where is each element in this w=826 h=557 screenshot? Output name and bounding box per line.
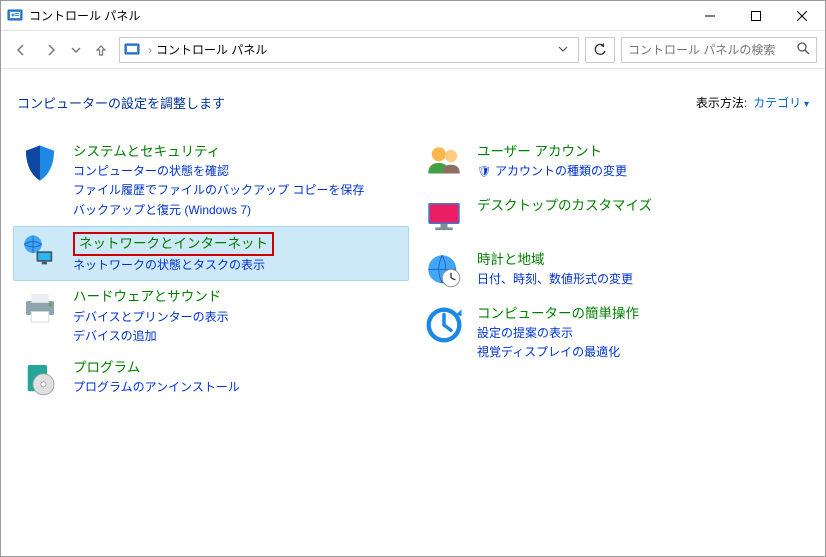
category-link[interactable]: アカウントの種類の変更: [477, 162, 807, 182]
view-mode: 表示方法: カテゴリ: [696, 94, 809, 111]
category-title[interactable]: 時計と地域: [477, 250, 807, 270]
category-link[interactable]: プログラムのアンインストール: [73, 378, 403, 397]
view-dropdown[interactable]: カテゴリ: [753, 94, 809, 111]
category-ease-of-access[interactable]: コンピューターの簡単操作 設定の提案の表示 視覚ディスプレイの最適化: [417, 298, 813, 369]
search-icon[interactable]: [796, 41, 810, 58]
category-system-security[interactable]: システムとセキュリティ コンピューターの状態を確認 ファイル履歴でファイルのバッ…: [13, 136, 409, 226]
category-clock-region[interactable]: 時計と地域 日付、時刻、数値形式の変更: [417, 244, 813, 298]
desktop-icon: [423, 196, 465, 238]
left-column: システムとセキュリティ コンピューターの状態を確認 ファイル履歴でファイルのバッ…: [13, 136, 409, 406]
titlebar: コントロール パネル: [1, 1, 825, 31]
window-title: コントロール パネル: [29, 7, 687, 24]
category-link[interactable]: コンピューターの状態を確認: [73, 162, 403, 181]
view-label: 表示方法:: [696, 94, 747, 111]
shield-icon: [19, 142, 61, 184]
minimize-button[interactable]: [687, 1, 733, 31]
category-programs[interactable]: プログラム プログラムのアンインストール: [13, 352, 409, 406]
category-title[interactable]: コンピューターの簡単操作: [477, 304, 807, 324]
category-link[interactable]: 日付、時刻、数値形式の変更: [477, 270, 807, 289]
back-button[interactable]: [9, 38, 33, 62]
address-dropdown[interactable]: [552, 43, 574, 57]
globe-network-icon: [19, 232, 61, 274]
up-button[interactable]: [89, 38, 113, 62]
category-user-accounts[interactable]: ユーザー アカウント アカウントの種類の変更: [417, 136, 813, 190]
users-icon: [423, 142, 465, 184]
category-title[interactable]: プログラム: [73, 358, 403, 378]
category-title[interactable]: ネットワークとインターネット: [73, 232, 274, 256]
search-input[interactable]: [628, 43, 796, 57]
maximize-button[interactable]: [733, 1, 779, 31]
disc-box-icon: [19, 358, 61, 400]
navbar: › コントロール パネル: [1, 31, 825, 69]
category-link[interactable]: 設定の提案の表示: [477, 324, 807, 343]
category-desktop-customize[interactable]: デスクトップのカスタマイズ: [417, 190, 813, 244]
category-link[interactable]: ファイル履歴でファイルのバックアップ コピーを保存: [73, 181, 403, 200]
category-network-internet[interactable]: ネットワークとインターネット ネットワークの状態とタスクの表示: [13, 226, 409, 281]
app-icon: [7, 8, 23, 24]
recent-button[interactable]: [69, 38, 83, 62]
category-title[interactable]: デスクトップのカスタマイズ: [477, 196, 807, 216]
refresh-button[interactable]: [585, 37, 615, 63]
category-title[interactable]: ハードウェアとサウンド: [73, 287, 403, 307]
close-button[interactable]: [779, 1, 825, 31]
category-link[interactable]: ネットワークの状態とタスクの表示: [73, 256, 403, 275]
forward-button[interactable]: [39, 38, 63, 62]
category-link[interactable]: デバイスの追加: [73, 327, 403, 346]
ease-of-access-icon: [423, 304, 465, 346]
category-link[interactable]: 視覚ディスプレイの最適化: [477, 343, 807, 362]
page-heading: コンピューターの設定を調整します: [17, 93, 225, 112]
content: コンピューターの設定を調整します 表示方法: カテゴリ システムとセキュリティ …: [1, 69, 825, 406]
category-hardware-sound[interactable]: ハードウェアとサウンド デバイスとプリンターの表示 デバイスの追加: [13, 281, 409, 352]
category-link[interactable]: バックアップと復元 (Windows 7): [73, 201, 403, 220]
category-title[interactable]: システムとセキュリティ: [73, 142, 403, 162]
category-title[interactable]: ユーザー アカウント: [477, 142, 807, 162]
printer-icon: [19, 287, 61, 329]
location-icon: [124, 42, 140, 58]
clock-globe-icon: [423, 250, 465, 292]
right-column: ユーザー アカウント アカウントの種類の変更 デスクトップのカスタマイズ 時計と…: [417, 136, 813, 406]
address-bar[interactable]: › コントロール パネル: [119, 37, 579, 63]
breadcrumb-crumb[interactable]: コントロール パネル: [156, 41, 267, 58]
category-link[interactable]: デバイスとプリンターの表示: [73, 308, 403, 327]
breadcrumb-sep: ›: [148, 43, 152, 57]
search-box[interactable]: [621, 37, 817, 63]
